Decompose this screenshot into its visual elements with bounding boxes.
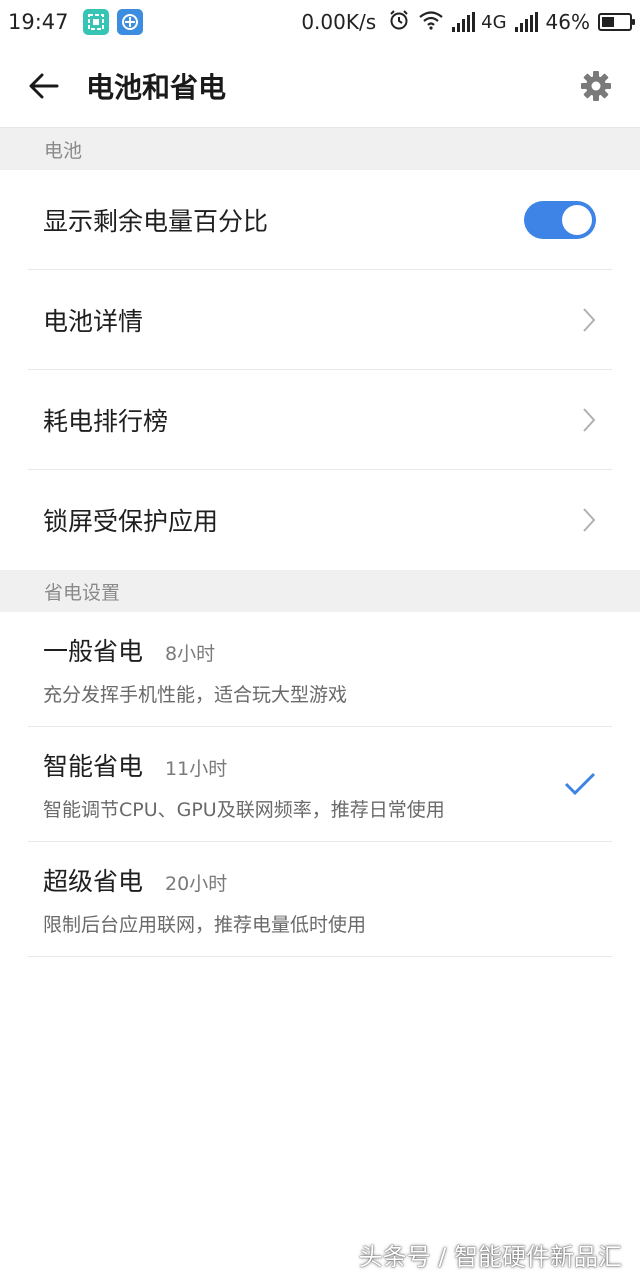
mode-description: 充分发挥手机性能，适合玩大型游戏 xyxy=(43,683,348,706)
battery-icon xyxy=(598,13,635,31)
status-left: 19:47 xyxy=(8,9,143,35)
status-bar: 19:47 0.00K/s 4G 46% xyxy=(0,0,640,44)
section-header-battery: 电池 xyxy=(0,128,640,170)
page-title: 电池和省电 xyxy=(86,70,227,104)
signal-icon-2 xyxy=(514,12,538,32)
power-mode-normal[interactable]: 一般省电 8小时 充分发挥手机性能，适合玩大型游戏 xyxy=(28,612,612,727)
row-label: 显示剩余电量百分比 xyxy=(43,206,269,236)
arrow-left-icon[interactable] xyxy=(24,66,64,106)
screenshot-app-icon xyxy=(82,9,109,35)
app-header: 电池和省电 xyxy=(0,44,640,128)
row-label: 锁屏受保护应用 xyxy=(43,507,219,536)
battery-percent: 46% xyxy=(545,10,590,34)
mode-title: 智能省电 xyxy=(43,751,144,781)
mode-hours: 11小时 xyxy=(165,757,228,780)
status-time: 19:47 xyxy=(8,10,69,34)
chevron-right-icon xyxy=(582,507,596,533)
power-ranking-row[interactable]: 耗电排行榜 xyxy=(28,370,612,470)
gear-icon[interactable] xyxy=(576,66,616,106)
mode-title: 超级省电 xyxy=(43,866,144,896)
battery-details-row[interactable]: 电池详情 xyxy=(28,270,612,370)
network-type: 4G xyxy=(481,11,507,33)
mode-description: 智能调节CPU、GPU及联网频率，推荐日常使用 xyxy=(43,798,445,821)
signal-icon xyxy=(452,12,476,32)
battery-percent-toggle[interactable] xyxy=(524,200,596,239)
network-speed: 0.00K/s xyxy=(301,10,377,34)
show-battery-percent-row[interactable]: 显示剩余电量百分比 xyxy=(28,170,612,270)
status-right: 0.00K/s 4G 46% xyxy=(301,9,635,36)
watermark: 头条号 / 智能硬件新品汇 xyxy=(358,1243,622,1271)
alarm-icon xyxy=(388,9,410,36)
mode-hours: 20小时 xyxy=(165,872,228,895)
mode-hours: 8小时 xyxy=(165,642,216,665)
wifi-icon xyxy=(418,10,444,35)
power-mode-super[interactable]: 超级省电 20小时 限制后台应用联网，推荐电量低时使用 xyxy=(28,842,612,957)
row-label: 耗电排行榜 xyxy=(43,406,169,436)
browser-app-icon xyxy=(116,9,143,35)
section-header-power-saving: 省电设置 xyxy=(0,570,640,612)
toggle-knob xyxy=(562,204,592,235)
checkmark-icon xyxy=(564,771,596,797)
lockscreen-protected-apps-row[interactable]: 锁屏受保护应用 xyxy=(28,470,612,570)
chevron-right-icon xyxy=(582,307,596,333)
chevron-right-icon xyxy=(582,407,596,433)
mode-description: 限制后台应用联网，推荐电量低时使用 xyxy=(43,913,367,936)
power-mode-smart[interactable]: 智能省电 11小时 智能调节CPU、GPU及联网频率，推荐日常使用 xyxy=(28,727,612,842)
mode-title: 一般省电 xyxy=(43,636,144,666)
row-label: 电池详情 xyxy=(43,306,144,336)
